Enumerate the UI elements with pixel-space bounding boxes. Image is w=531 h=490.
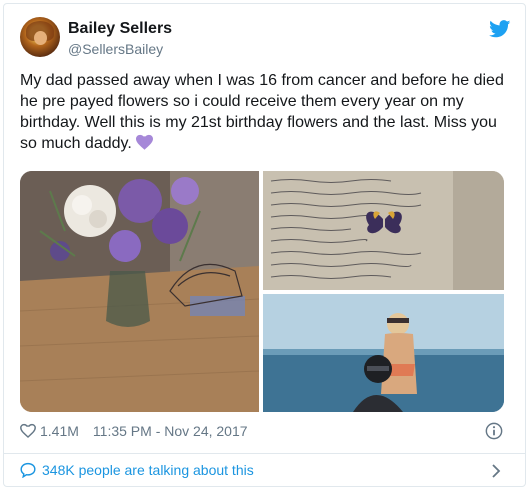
info-icon[interactable] — [485, 422, 503, 440]
purple-heart-icon — [135, 134, 153, 150]
media-grid — [20, 171, 504, 412]
tweet-body: My dad passed away when I was 16 from ca… — [20, 72, 504, 152]
handwritten-note-photo[interactable] — [263, 171, 504, 290]
author-name[interactable]: Bailey Sellers — [68, 20, 172, 38]
talking-count-label: 348K people are talking about this — [42, 462, 254, 478]
beach-father-daughter-photo[interactable] — [263, 294, 504, 412]
tweet-timestamp[interactable]: 11:35 PM - Nov 24, 2017 — [93, 423, 248, 439]
flowers-vase-photo[interactable] — [20, 171, 259, 412]
like-heart-icon[interactable] — [20, 423, 36, 439]
conversation-link[interactable]: 348K people are talking about this — [20, 462, 254, 478]
avatar[interactable] — [20, 17, 60, 57]
tweet-meta: 1.41M 11:35 PM - Nov 24, 2017 — [20, 423, 248, 439]
divider — [4, 453, 525, 454]
like-count[interactable]: 1.41M — [40, 423, 79, 439]
speech-bubble-icon — [20, 462, 36, 478]
tweet-text: My dad passed away when I was 16 from ca… — [20, 70, 515, 154]
twitter-bird-icon[interactable] — [489, 20, 511, 38]
tweet-card: Bailey Sellers @SellersBailey My dad pas… — [3, 3, 526, 487]
chevron-right-icon[interactable] — [491, 464, 501, 478]
author-handle[interactable]: @SellersBailey — [68, 41, 163, 57]
